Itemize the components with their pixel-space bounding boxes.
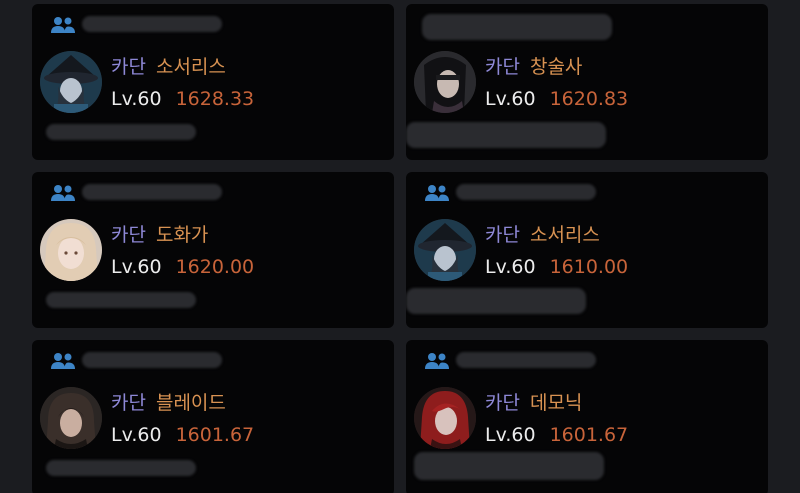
item-level: 1610.00 (549, 256, 629, 278)
class-label: 도화가 (155, 224, 209, 246)
party-members-icon (425, 353, 449, 369)
sorceress-portrait-icon (40, 51, 102, 113)
guild-label: 카단 (111, 392, 146, 414)
redacted-note (46, 460, 196, 476)
party-card-grid: 카단 소서리스 Lv.60 1628.33 카단 창술사 Lv.60 1620.83 (0, 0, 800, 493)
character-level: Lv.60 (111, 88, 162, 110)
guild-label: 카단 (485, 224, 520, 246)
class-label: 소서리스 (155, 56, 226, 78)
sorceress-portrait-icon (414, 219, 476, 281)
party-members-icon (51, 185, 75, 201)
party-members-icon (51, 353, 75, 369)
item-level: 1620.00 (175, 256, 255, 278)
lancemaster-portrait-icon (414, 51, 476, 113)
item-level: 1620.83 (549, 88, 629, 110)
redacted-note (414, 452, 604, 480)
party-members-icon (425, 185, 449, 201)
redacted-note (406, 288, 586, 314)
character-level: Lv.60 (485, 88, 536, 110)
party-card[interactable]: 카단 소서리스 Lv.60 1610.00 (406, 172, 768, 328)
character-level: Lv.60 (485, 424, 536, 446)
item-level: 1601.67 (549, 424, 629, 446)
redacted-character-name (456, 352, 596, 368)
guild-label: 카단 (485, 56, 520, 78)
item-level: 1628.33 (175, 88, 255, 110)
party-card[interactable]: 카단 소서리스 Lv.60 1628.33 (32, 4, 394, 160)
redacted-character-name (422, 14, 612, 40)
party-card[interactable]: 카단 도화가 Lv.60 1620.00 (32, 172, 394, 328)
redacted-character-name (82, 16, 222, 32)
party-card[interactable]: 카단 창술사 Lv.60 1620.83 (406, 4, 768, 160)
item-level: 1601.67 (175, 424, 255, 446)
character-level: Lv.60 (111, 256, 162, 278)
guild-label: 카단 (111, 56, 146, 78)
redacted-note (406, 122, 606, 148)
character-level: Lv.60 (485, 256, 536, 278)
class-label: 창술사 (529, 56, 583, 78)
redacted-character-name (456, 184, 596, 200)
redacted-character-name (82, 352, 222, 368)
party-members-icon (51, 17, 75, 33)
class-label: 소서리스 (529, 224, 600, 246)
class-label: 블레이드 (155, 392, 226, 414)
demonic-portrait-icon (414, 387, 476, 449)
guild-label: 카단 (485, 392, 520, 414)
redacted-note (46, 124, 196, 140)
redacted-character-name (82, 184, 222, 200)
artist-portrait-icon (40, 219, 102, 281)
guild-label: 카단 (111, 224, 146, 246)
redacted-note (46, 292, 196, 308)
blade-portrait-icon (40, 387, 102, 449)
character-level: Lv.60 (111, 424, 162, 446)
party-card[interactable]: 카단 블레이드 Lv.60 1601.67 (32, 340, 394, 493)
class-label: 데모닉 (529, 392, 583, 414)
party-card[interactable]: 카단 데모닉 Lv.60 1601.67 (406, 340, 768, 493)
